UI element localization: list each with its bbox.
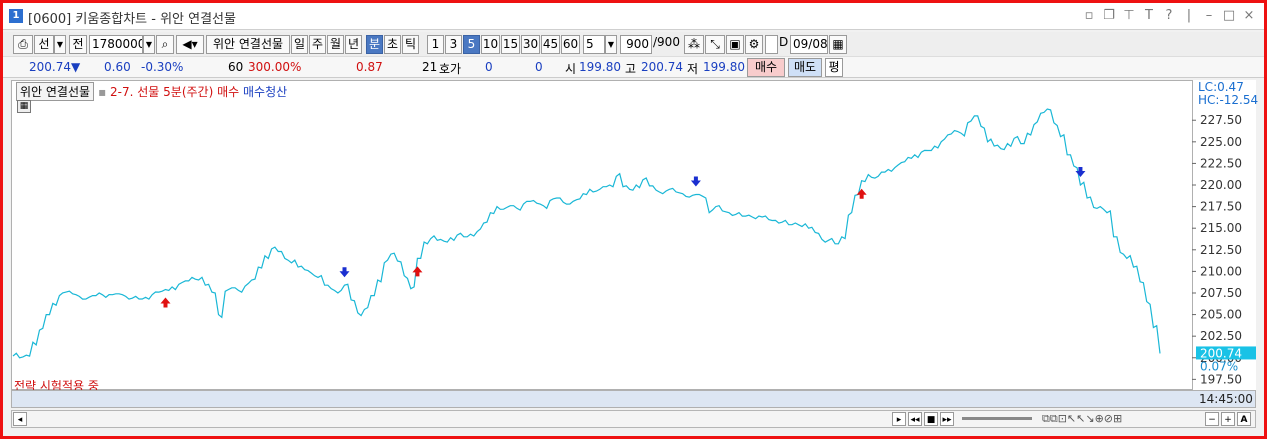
y-tick-label: 222.50 [1200, 156, 1242, 170]
zoom-out-icon[interactable]: − [1205, 412, 1219, 426]
time-axis [11, 390, 1256, 408]
rewind-icon[interactable]: ◂◂ [908, 412, 922, 426]
price-series-line [12, 108, 1161, 359]
y-tick-label: 202.50 [1200, 329, 1242, 343]
y-tick-label: 207.50 [1200, 286, 1242, 300]
y-tick-label: 225.00 [1200, 135, 1242, 149]
scroll-left-icon[interactable]: ◂ [13, 412, 27, 426]
y-tick-label: 220.00 [1200, 178, 1242, 192]
exit-signal-icon [339, 267, 350, 278]
y-tick-label: 205.00 [1200, 308, 1242, 322]
y-tick-label: 227.50 [1200, 113, 1242, 127]
buy-signal-icon [412, 266, 423, 277]
y-tick-label: 210.00 [1200, 264, 1242, 278]
zoom-slider[interactable] [962, 417, 1032, 420]
y-tick-label: 217.50 [1200, 200, 1242, 214]
price-chart: 227.50 225.00 222.50 220.00 217.50 215.00 212.… [12, 108, 1256, 408]
stop-icon[interactable]: ■ [924, 412, 938, 426]
current-pct-label: 0.07% [1200, 359, 1238, 373]
scroll-right-icon[interactable]: ▸ [892, 412, 906, 426]
lc-label: LC:0.47 [1198, 80, 1244, 94]
y-tick-label: 197.50 [1200, 372, 1242, 386]
draw-tools-icons[interactable]: ⧉⧉⊡↖↖↘⊕⊘⊞ [1042, 412, 1122, 426]
zoom-in-icon[interactable]: + [1221, 412, 1235, 426]
current-price-tag-label: 200.74 [1200, 346, 1242, 360]
font-icon[interactable]: A [1237, 412, 1251, 426]
chart-scrollbar[interactable]: ◂ ▸ ◂◂ ■ ▸▸ ⧉⧉⊡↖↖↘⊕⊘⊞ − + A [11, 410, 1256, 428]
buy-signal-icon [856, 188, 867, 199]
forward-icon[interactable]: ▸▸ [940, 412, 954, 426]
time-label: 14:45:00 [1199, 392, 1253, 406]
y-tick-label: 215.00 [1200, 221, 1242, 235]
buy-signal-icon [160, 297, 171, 308]
hc-label: HC:-12.54 [1198, 93, 1259, 107]
exit-signal-icon [690, 176, 701, 187]
y-tick-label: 212.50 [1200, 243, 1242, 257]
